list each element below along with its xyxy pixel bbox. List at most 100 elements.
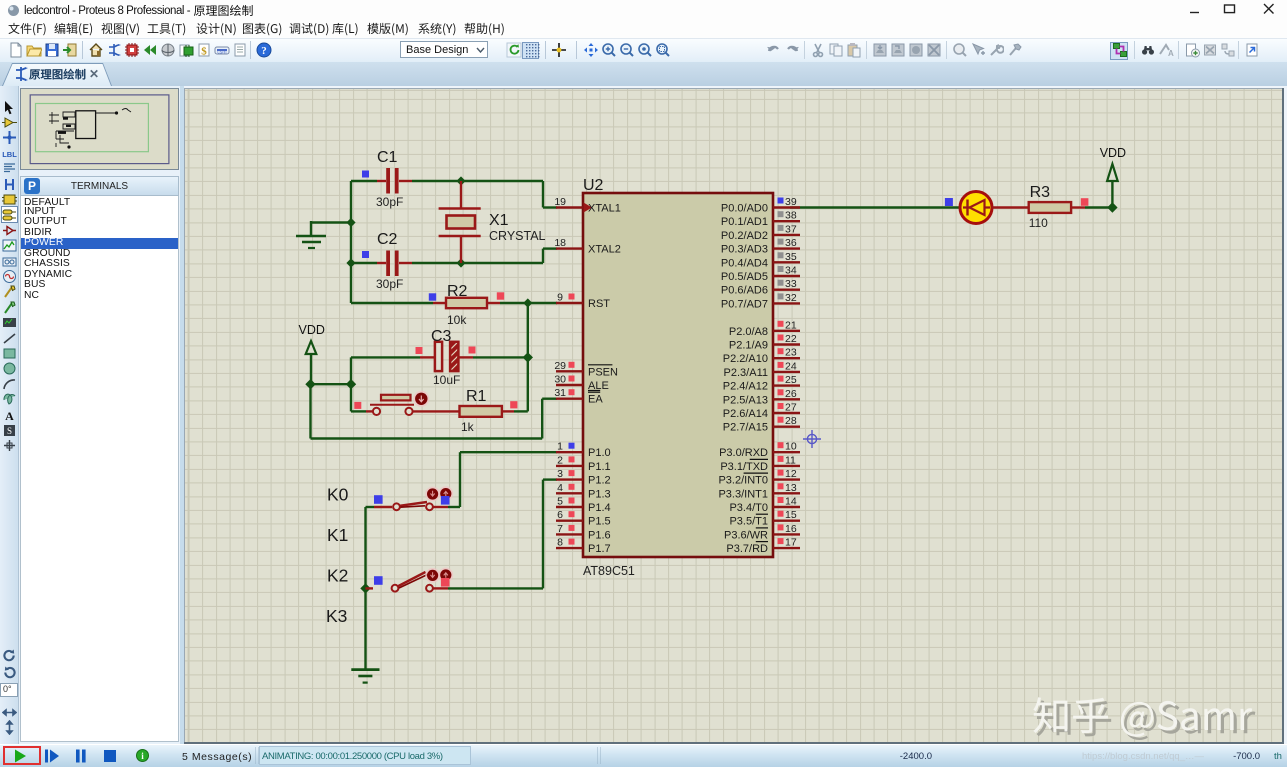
svg-text:P0.6/AD6: P0.6/AD6	[721, 285, 768, 297]
svg-text:P2.3/A11: P2.3/A11	[724, 367, 768, 379]
svg-text:31: 31	[554, 387, 566, 399]
svg-text:13: 13	[785, 482, 797, 494]
svg-text:EA: EA	[588, 394, 603, 406]
svg-text:P3.5/T1: P3.5/T1	[729, 516, 768, 528]
svg-text:C3: C3	[431, 328, 452, 345]
svg-text:K0: K0	[327, 485, 349, 505]
svg-text:P2.4/A12: P2.4/A12	[723, 381, 768, 393]
svg-text:7: 7	[557, 523, 563, 535]
svg-text:3: 3	[557, 468, 563, 480]
svg-text:C1: C1	[377, 149, 398, 166]
svg-text:5: 5	[557, 496, 563, 508]
svg-text:16: 16	[785, 523, 797, 535]
svg-text:15: 15	[785, 509, 797, 521]
svg-text:P1.6: P1.6	[588, 529, 611, 541]
svg-text:P3.2/INT0: P3.2/INT0	[718, 475, 768, 487]
svg-text:P1.0: P1.0	[588, 447, 611, 459]
svg-text:28: 28	[785, 415, 797, 427]
svg-text:17: 17	[785, 537, 797, 549]
svg-text:P3.4/T0: P3.4/T0	[729, 502, 768, 514]
svg-text:23: 23	[785, 347, 797, 359]
svg-text:14: 14	[785, 496, 797, 508]
svg-text:P1.4: P1.4	[588, 502, 611, 514]
svg-text:A: A	[1168, 49, 1174, 58]
svg-text:A: A	[5, 409, 14, 423]
svg-text:21: 21	[785, 319, 797, 331]
svg-text:34: 34	[785, 265, 797, 277]
svg-text:2: 2	[557, 454, 563, 466]
svg-text:P0.4/AD4: P0.4/AD4	[721, 257, 768, 269]
svg-text:P2.6/A14: P2.6/A14	[723, 408, 768, 420]
svg-text:38: 38	[785, 210, 797, 222]
svg-text:1k: 1k	[461, 420, 475, 434]
svg-text:30: 30	[554, 374, 566, 386]
svg-text:P2.0/A8: P2.0/A8	[729, 326, 768, 338]
svg-text:csm: csm	[217, 50, 226, 56]
svg-text:P0.3/AD3: P0.3/AD3	[721, 244, 768, 256]
svg-text:U2: U2	[583, 177, 604, 194]
svg-text:XTAL2: XTAL2	[588, 244, 621, 256]
svg-text:P3.3/INT1: P3.3/INT1	[718, 488, 768, 500]
svg-text:K2: K2	[327, 566, 348, 586]
svg-text:26: 26	[785, 388, 797, 400]
svg-text:P1.3: P1.3	[588, 488, 611, 500]
svg-text:P3.0/RXD: P3.0/RXD	[719, 447, 768, 459]
svg-text:P2.5/A13: P2.5/A13	[723, 394, 768, 406]
svg-text:P0.5/AD5: P0.5/AD5	[721, 271, 768, 283]
svg-text:19: 19	[554, 196, 566, 208]
svg-text:P3.1/TXD: P3.1/TXD	[720, 461, 768, 473]
svg-text:P2.7/A15: P2.7/A15	[723, 422, 768, 434]
svg-text:C2: C2	[377, 231, 398, 248]
svg-text:35: 35	[785, 251, 797, 263]
svg-text:$: $	[201, 46, 207, 58]
svg-text:33: 33	[785, 278, 797, 290]
svg-text:P2.1/A9: P2.1/A9	[729, 340, 768, 352]
svg-text:RST: RST	[588, 298, 610, 310]
svg-text:K1: K1	[327, 525, 348, 545]
svg-text:30pF: 30pF	[376, 195, 403, 209]
svg-text:10k: 10k	[447, 313, 467, 327]
svg-text:10uF: 10uF	[433, 373, 460, 387]
svg-text:32: 32	[785, 292, 797, 304]
svg-text:AT89C51: AT89C51	[583, 564, 635, 578]
svg-text:K3: K3	[326, 606, 347, 626]
svg-text:X1: X1	[489, 212, 509, 229]
svg-text:24: 24	[785, 360, 797, 372]
svg-text:10: 10	[785, 441, 797, 453]
svg-text:36: 36	[785, 237, 797, 249]
svg-text:?: ?	[261, 45, 267, 57]
svg-text:P0.1/AD1: P0.1/AD1	[721, 216, 768, 228]
svg-text:P0.0/AD0: P0.0/AD0	[721, 203, 768, 215]
svg-text:PSEN: PSEN	[588, 366, 618, 378]
svg-text:11: 11	[785, 454, 796, 466]
svg-text:18: 18	[554, 237, 566, 249]
svg-text:110: 110	[1029, 216, 1048, 230]
svg-text:CRYSTAL: CRYSTAL	[489, 229, 546, 243]
svg-text:P2.2/A10: P2.2/A10	[723, 353, 768, 365]
svg-text:37: 37	[785, 223, 797, 235]
svg-text:P3.6/WR: P3.6/WR	[724, 529, 768, 541]
svg-text:30pF: 30pF	[376, 277, 403, 291]
svg-text:VDD: VDD	[299, 323, 325, 337]
svg-text:P1.5: P1.5	[588, 516, 611, 528]
svg-text:P1.2: P1.2	[588, 475, 611, 487]
svg-text:XTAL1: XTAL1	[588, 203, 621, 215]
svg-text:6: 6	[557, 509, 563, 521]
svg-text:R1: R1	[466, 388, 487, 405]
svg-text:9: 9	[557, 292, 563, 304]
svg-text:1: 1	[557, 441, 563, 453]
svg-text:S: S	[7, 426, 12, 436]
svg-text:R2: R2	[447, 283, 468, 300]
svg-text:27: 27	[785, 402, 797, 414]
svg-text:4: 4	[557, 482, 563, 494]
svg-text:39: 39	[785, 196, 797, 208]
svg-text:22: 22	[785, 333, 797, 345]
svg-text:P0.2/AD2: P0.2/AD2	[721, 230, 768, 242]
svg-text:25: 25	[785, 374, 797, 386]
svg-text:VDD: VDD	[1100, 146, 1126, 160]
svg-text:29: 29	[554, 360, 566, 372]
svg-text:P0.7/AD7: P0.7/AD7	[721, 298, 768, 310]
svg-text:R3: R3	[1030, 184, 1051, 201]
svg-text:P3.7/RD: P3.7/RD	[726, 543, 768, 555]
svg-text:P1.1: P1.1	[588, 461, 611, 473]
